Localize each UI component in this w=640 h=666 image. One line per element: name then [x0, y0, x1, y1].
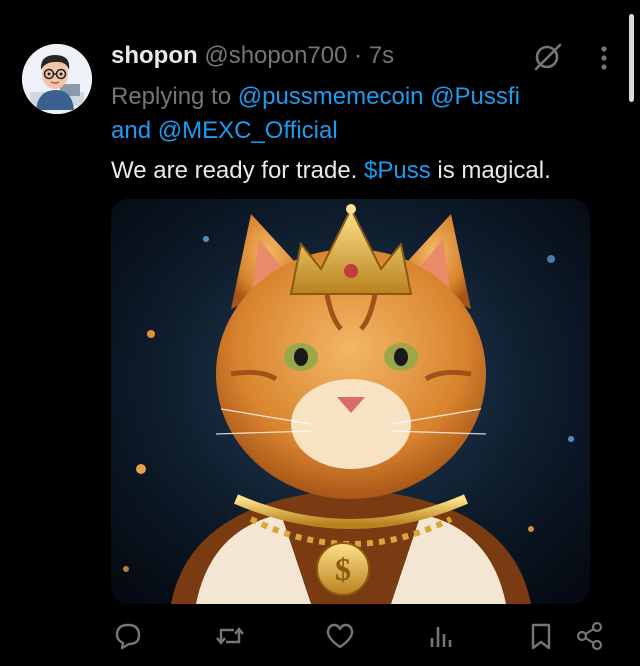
author-handle[interactable]: @shopon700	[204, 42, 347, 69]
tweet-actions	[111, 618, 611, 654]
replying-prefix: Replying to	[111, 83, 238, 110]
mention-link[interactable]: @pussmemecoin	[238, 83, 424, 110]
share-icon[interactable]	[573, 618, 607, 654]
timestamp[interactable]: 7s	[369, 42, 394, 69]
tweet-text: We are ready for trade. $Puss is magical…	[111, 154, 620, 188]
views-icon[interactable]	[424, 618, 458, 654]
mention-link[interactable]: @MEXC_Official	[158, 117, 338, 144]
tweet-image[interactable]: $	[111, 199, 590, 604]
tweet-header: shopon @shopon700 · 7s	[111, 40, 580, 72]
tweet-text-part: is magical.	[430, 157, 551, 184]
more-options-icon[interactable]	[594, 44, 614, 72]
header-separator: ·	[347, 42, 369, 69]
mention-link[interactable]: @Pussfi	[430, 83, 520, 110]
like-icon[interactable]	[323, 618, 357, 654]
tweet-text-part: We are ready for trade.	[111, 157, 365, 184]
bookmark-icon[interactable]	[524, 618, 558, 654]
scrollbar[interactable]	[629, 14, 634, 102]
replying-to: Replying to @pussmemecoin @Pussfi and @M…	[111, 80, 620, 148]
cashtag-link[interactable]: $Puss	[364, 157, 431, 184]
author-name[interactable]: shopon	[111, 42, 198, 69]
mention-and: and	[111, 117, 158, 144]
svg-text:$: $	[335, 551, 351, 587]
reply-icon[interactable]	[111, 618, 145, 654]
grok-icon[interactable]	[531, 42, 565, 72]
retweet-icon[interactable]	[213, 618, 247, 654]
avatar[interactable]	[22, 44, 92, 114]
